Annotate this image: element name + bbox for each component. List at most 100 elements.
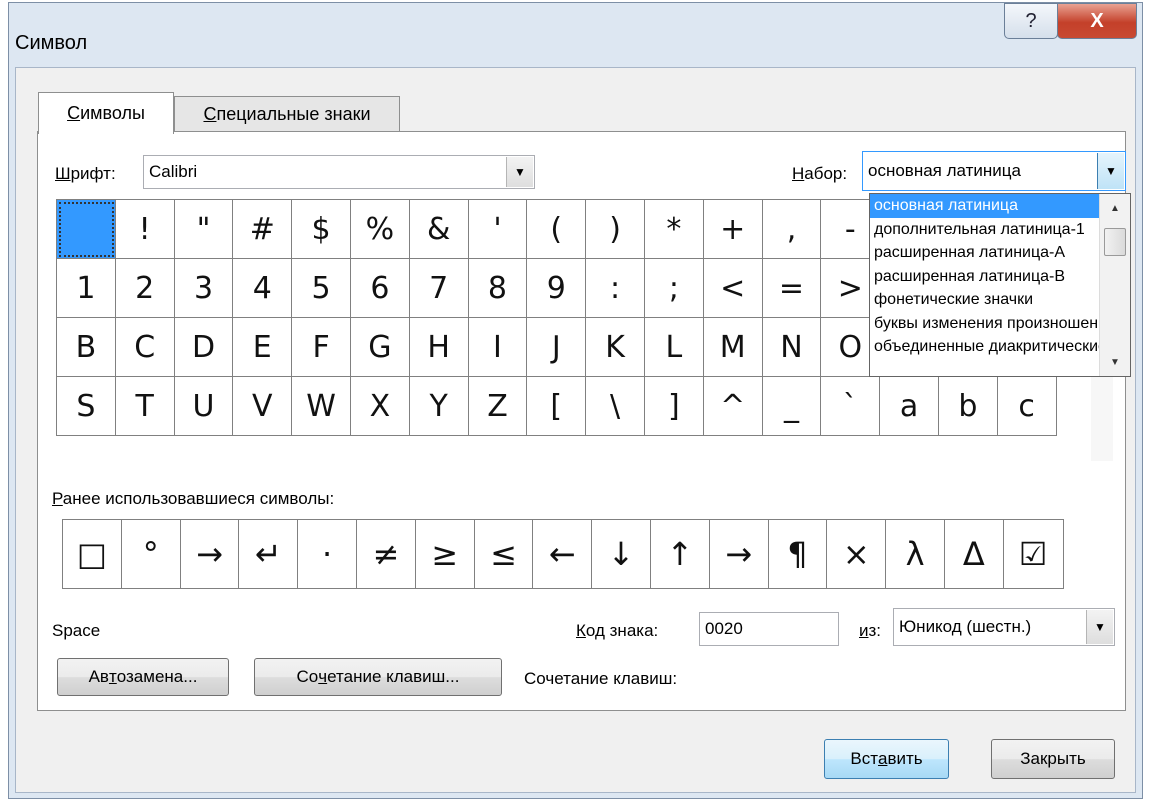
insert-button[interactable]: Вст а вить <box>824 739 949 779</box>
symbol-cell[interactable]: ] <box>644 377 704 436</box>
recent-symbol-cell[interactable]: ↑ <box>650 520 710 588</box>
symbol-cell[interactable]: ' <box>468 200 528 259</box>
symbol-cell[interactable]: _ <box>762 377 822 436</box>
recent-symbol-cell[interactable]: ↓ <box>592 520 651 588</box>
recent-symbol-cell[interactable]: ≥ <box>415 520 475 588</box>
char-code-input[interactable]: 0020 <box>699 612 839 646</box>
symbol-cell[interactable]: < <box>703 259 763 318</box>
symbol-cell[interactable]: L <box>644 318 704 377</box>
encoding-select[interactable]: Юникод (шестн.) ▼ <box>893 608 1115 646</box>
tab-symbols[interactable]: Символы <box>38 92 174 134</box>
symbol-cell[interactable]: 4 <box>233 259 293 318</box>
symbol-cell[interactable]: c <box>997 377 1057 436</box>
symbol-cell[interactable]: ` <box>821 377 881 436</box>
scroll-up-icon[interactable]: ▲ <box>1100 196 1130 220</box>
symbol-cell[interactable]: G <box>350 318 410 377</box>
subset-option[interactable]: буквы изменения произношения <box>870 312 1100 336</box>
symbol-cell[interactable]: $ <box>292 200 351 259</box>
recent-symbol-cell[interactable]: λ <box>886 520 945 588</box>
symbol-cell[interactable]: ( <box>527 200 587 259</box>
symbol-cell[interactable]: E <box>233 318 293 377</box>
symbol-cell[interactable]: b <box>938 377 998 436</box>
subset-dropdown-list[interactable]: основная латиница дополнительная латиница… <box>869 193 1131 377</box>
symbol-cell[interactable]: ) <box>586 200 645 259</box>
recent-symbol-cell[interactable]: ☑ <box>1003 520 1063 588</box>
scroll-thumb[interactable] <box>1104 228 1126 256</box>
subset-option[interactable]: расширенная латиница-B <box>870 265 1100 289</box>
subset-option[interactable]: дополнительная латиница-1 <box>870 218 1100 242</box>
symbol-cell[interactable]: : <box>586 259 645 318</box>
recent-symbols[interactable]: □ ° → ↵ · ≠ ≥ ≤ ← ↓ ↑ → ¶ × λ Δ ☑ <box>62 519 1064 589</box>
symbol-cell[interactable]: 6 <box>350 259 410 318</box>
symbol-cell[interactable]: " <box>174 200 234 259</box>
help-button[interactable]: ? <box>1004 3 1058 39</box>
font-select[interactable]: Calibri ▼ <box>143 155 535 189</box>
chevron-down-icon[interactable]: ▼ <box>506 157 533 187</box>
tab-special-chars[interactable]: Специальные знаки <box>174 96 400 132</box>
subset-option[interactable]: фонетические значки <box>870 288 1100 312</box>
recent-symbol-cell[interactable]: ≠ <box>356 520 416 588</box>
symbol-cell[interactable]: S <box>57 377 116 436</box>
symbol-cell[interactable]: 9 <box>527 259 587 318</box>
symbol-cell[interactable]: Z <box>468 377 528 436</box>
symbol-cell[interactable]: , <box>762 200 822 259</box>
symbol-cell[interactable]: J <box>527 318 587 377</box>
symbol-cell[interactable]: ! <box>115 200 175 259</box>
shortcut-key-button[interactable]: Со ч етание клавиш... <box>254 658 502 696</box>
symbol-cell[interactable]: C <box>115 318 175 377</box>
symbol-cell[interactable]: ; <box>644 259 704 318</box>
recent-symbol-cell[interactable]: × <box>827 520 887 588</box>
symbol-cell[interactable]: 2 <box>115 259 175 318</box>
symbol-cell[interactable]: T <box>115 377 175 436</box>
recent-symbol-cell[interactable]: ° <box>121 520 181 588</box>
symbol-cell[interactable]: I <box>468 318 528 377</box>
chevron-down-icon[interactable]: ▼ <box>1097 153 1124 189</box>
symbol-cell[interactable]: & <box>409 200 469 259</box>
symbol-cell[interactable]: D <box>174 318 234 377</box>
subset-option[interactable]: объединенные диакритические знаки <box>870 335 1100 359</box>
symbol-cell[interactable]: V <box>233 377 293 436</box>
symbol-cell[interactable]: 7 <box>409 259 469 318</box>
dropdown-scrollbar[interactable]: ▲ ▼ <box>1099 194 1130 376</box>
symbol-cell[interactable]: a <box>880 377 939 436</box>
window-close-button[interactable]: X <box>1057 3 1137 39</box>
symbol-cell[interactable]: N <box>762 318 822 377</box>
subset-select[interactable]: основная латиница ▼ <box>862 151 1126 191</box>
symbol-cell[interactable]: W <box>292 377 351 436</box>
symbol-cell[interactable]: * <box>644 200 704 259</box>
symbol-cell[interactable]: # <box>233 200 293 259</box>
symbol-cell[interactable]: ^ <box>703 377 763 436</box>
symbol-cell[interactable]: B <box>57 318 116 377</box>
recent-symbol-cell[interactable]: ¶ <box>768 520 828 588</box>
recent-symbol-cell[interactable]: ≤ <box>474 520 534 588</box>
subset-option[interactable]: основная латиница <box>870 194 1100 218</box>
symbol-cell[interactable]: % <box>350 200 410 259</box>
symbol-cell[interactable]: 8 <box>468 259 528 318</box>
subset-option[interactable]: расширенная латиница-A <box>870 241 1100 265</box>
chevron-down-icon[interactable]: ▼ <box>1086 610 1113 644</box>
symbol-cell[interactable]: 3 <box>174 259 234 318</box>
recent-symbol-cell[interactable]: □ <box>63 520 122 588</box>
recent-symbol-cell[interactable]: → <box>709 520 769 588</box>
symbol-cell[interactable]: M <box>703 318 763 377</box>
symbol-cell[interactable]: X <box>350 377 410 436</box>
symbol-cell[interactable]: \ <box>586 377 645 436</box>
symbol-cell[interactable]: Y <box>409 377 469 436</box>
symbol-cell[interactable]: H <box>409 318 469 377</box>
symbol-cell[interactable]: U <box>174 377 234 436</box>
symbol-cell[interactable]: [ <box>527 377 587 436</box>
symbol-cell[interactable]: F <box>292 318 351 377</box>
autocorrect-button[interactable]: Ав т озамена... <box>57 658 229 696</box>
recent-symbol-cell[interactable]: · <box>298 520 357 588</box>
scroll-down-icon[interactable]: ▼ <box>1100 350 1130 374</box>
symbol-cell[interactable]: 1 <box>57 259 116 318</box>
symbol-cell[interactable] <box>57 200 116 259</box>
recent-symbol-cell[interactable]: Δ <box>944 520 1004 588</box>
symbol-cell[interactable]: 5 <box>292 259 351 318</box>
symbol-cell[interactable]: + <box>703 200 763 259</box>
recent-symbol-cell[interactable]: → <box>180 520 240 588</box>
recent-symbol-cell[interactable]: ↵ <box>239 520 299 588</box>
close-button[interactable]: Закрыть <box>991 739 1115 779</box>
recent-symbol-cell[interactable]: ← <box>533 520 593 588</box>
symbol-cell[interactable]: = <box>762 259 822 318</box>
